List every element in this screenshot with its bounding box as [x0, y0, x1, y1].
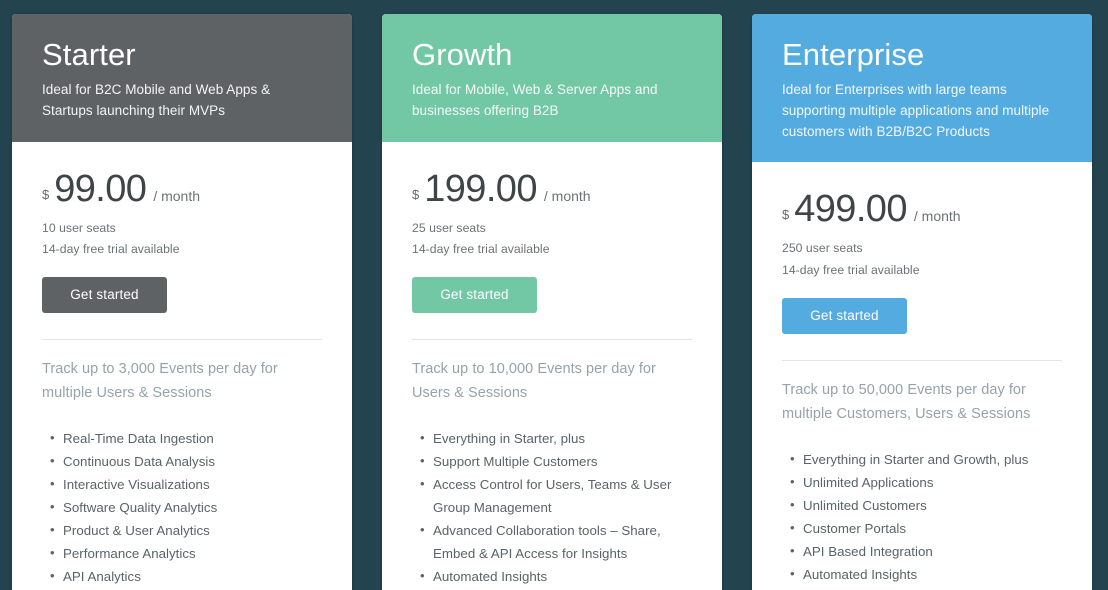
feature-list-item: Customer Portals	[790, 517, 1062, 540]
price-period: / month	[913, 208, 961, 225]
events-allowance: Track up to 3,000 Events per day for mul…	[42, 361, 278, 401]
plan-card-growth: Growth Ideal for Mobile, Web & Server Ap…	[382, 14, 722, 590]
feature-list-item: Product & User Analytics	[50, 519, 322, 542]
feature-list-item: Support Multiple Customers	[420, 450, 692, 473]
plan-body-starter: $ 99.00 / month 10 user seats 14-day fre…	[12, 142, 352, 590]
free-trial-note: 14-day free trial available	[412, 241, 550, 256]
plan-body-growth: $ 199.00 / month 25 user seats 14-day fr…	[382, 142, 722, 590]
plan-name: Growth	[412, 37, 513, 72]
feature-list-item: Advanced Collaboration tools – Share, Em…	[420, 519, 692, 565]
currency-symbol: $	[782, 207, 790, 223]
user-seats: 25 user seats	[412, 220, 486, 235]
get-started-button[interactable]: Get started	[782, 298, 907, 335]
feature-list-item: Real-Time Data Ingestion	[50, 427, 322, 450]
plan-tagline: Ideal for Mobile, Web & Server Apps and …	[412, 81, 658, 118]
plan-header-growth: Growth Ideal for Mobile, Web & Server Ap…	[382, 14, 722, 142]
currency-symbol: $	[42, 186, 50, 202]
section-divider	[412, 339, 692, 341]
feature-list-item: Single Sign-on	[790, 586, 1062, 590]
price-amount: 199.00	[424, 167, 537, 210]
feature-list-item: Performance Analytics	[50, 542, 322, 565]
pricing-plans-grid: Starter Ideal for B2C Mobile and Web App…	[0, 0, 1108, 590]
feature-list: Everything in Starter, plusSupport Multi…	[412, 427, 692, 588]
plan-card-enterprise: Enterprise Ideal for Enterprises with la…	[752, 14, 1092, 590]
price-row: $ 99.00 / month	[42, 170, 322, 208]
price-row: $ 199.00 / month	[412, 170, 692, 208]
feature-list-item: API Analytics	[50, 565, 322, 588]
plan-header-enterprise: Enterprise Ideal for Enterprises with la…	[752, 14, 1092, 163]
plan-tagline: Ideal for B2C Mobile and Web Apps & Star…	[42, 81, 271, 118]
get-started-button[interactable]: Get started	[42, 277, 167, 314]
currency-symbol: $	[412, 186, 420, 202]
user-seats: 10 user seats	[42, 220, 116, 235]
feature-list-item: Access Control for Users, Teams & User G…	[420, 473, 692, 519]
plan-tagline: Ideal for Enterprises with large teams s…	[782, 81, 1050, 139]
events-allowance: Track up to 50,000 Events per day for mu…	[782, 382, 1031, 422]
free-trial-note: 14-day free trial available	[782, 262, 920, 277]
plan-name: Starter	[42, 37, 136, 72]
feature-list-item: Interactive Visualizations	[50, 473, 322, 496]
free-trial-note: 14-day free trial available	[42, 241, 180, 256]
feature-list-item: Automated Insights	[790, 563, 1062, 586]
price-period: / month	[543, 187, 591, 204]
feature-list: Everything in Starter and Growth, plusUn…	[782, 448, 1062, 590]
feature-list: Real-Time Data IngestionContinuous Data …	[42, 427, 322, 588]
feature-list-item: Unlimited Applications	[790, 471, 1062, 494]
events-allowance: Track up to 10,000 Events per day for Us…	[412, 361, 656, 401]
user-seats: 250 user seats	[782, 241, 863, 256]
feature-list-item: Continuous Data Analysis	[50, 450, 322, 473]
feature-list-item: Software Quality Analytics	[50, 496, 322, 519]
plan-card-starter: Starter Ideal for B2C Mobile and Web App…	[12, 14, 352, 590]
feature-list-item: Everything in Starter, plus	[420, 427, 692, 450]
feature-list-item: Automated Insights	[420, 565, 692, 588]
price-amount: 499.00	[794, 188, 907, 231]
price-amount: 99.00	[54, 167, 147, 210]
feature-list-item: Everything in Starter and Growth, plus	[790, 448, 1062, 471]
section-divider	[782, 360, 1062, 362]
plan-header-starter: Starter Ideal for B2C Mobile and Web App…	[12, 14, 352, 142]
plan-body-enterprise: $ 499.00 / month 250 user seats 14-day f…	[752, 162, 1092, 590]
feature-list-item: API Based Integration	[790, 540, 1062, 563]
section-divider	[42, 339, 322, 341]
price-row: $ 499.00 / month	[782, 190, 1062, 228]
feature-list-item: Unlimited Customers	[790, 494, 1062, 517]
price-period: / month	[153, 187, 201, 204]
plan-name: Enterprise	[782, 37, 925, 72]
get-started-button[interactable]: Get started	[412, 277, 537, 314]
